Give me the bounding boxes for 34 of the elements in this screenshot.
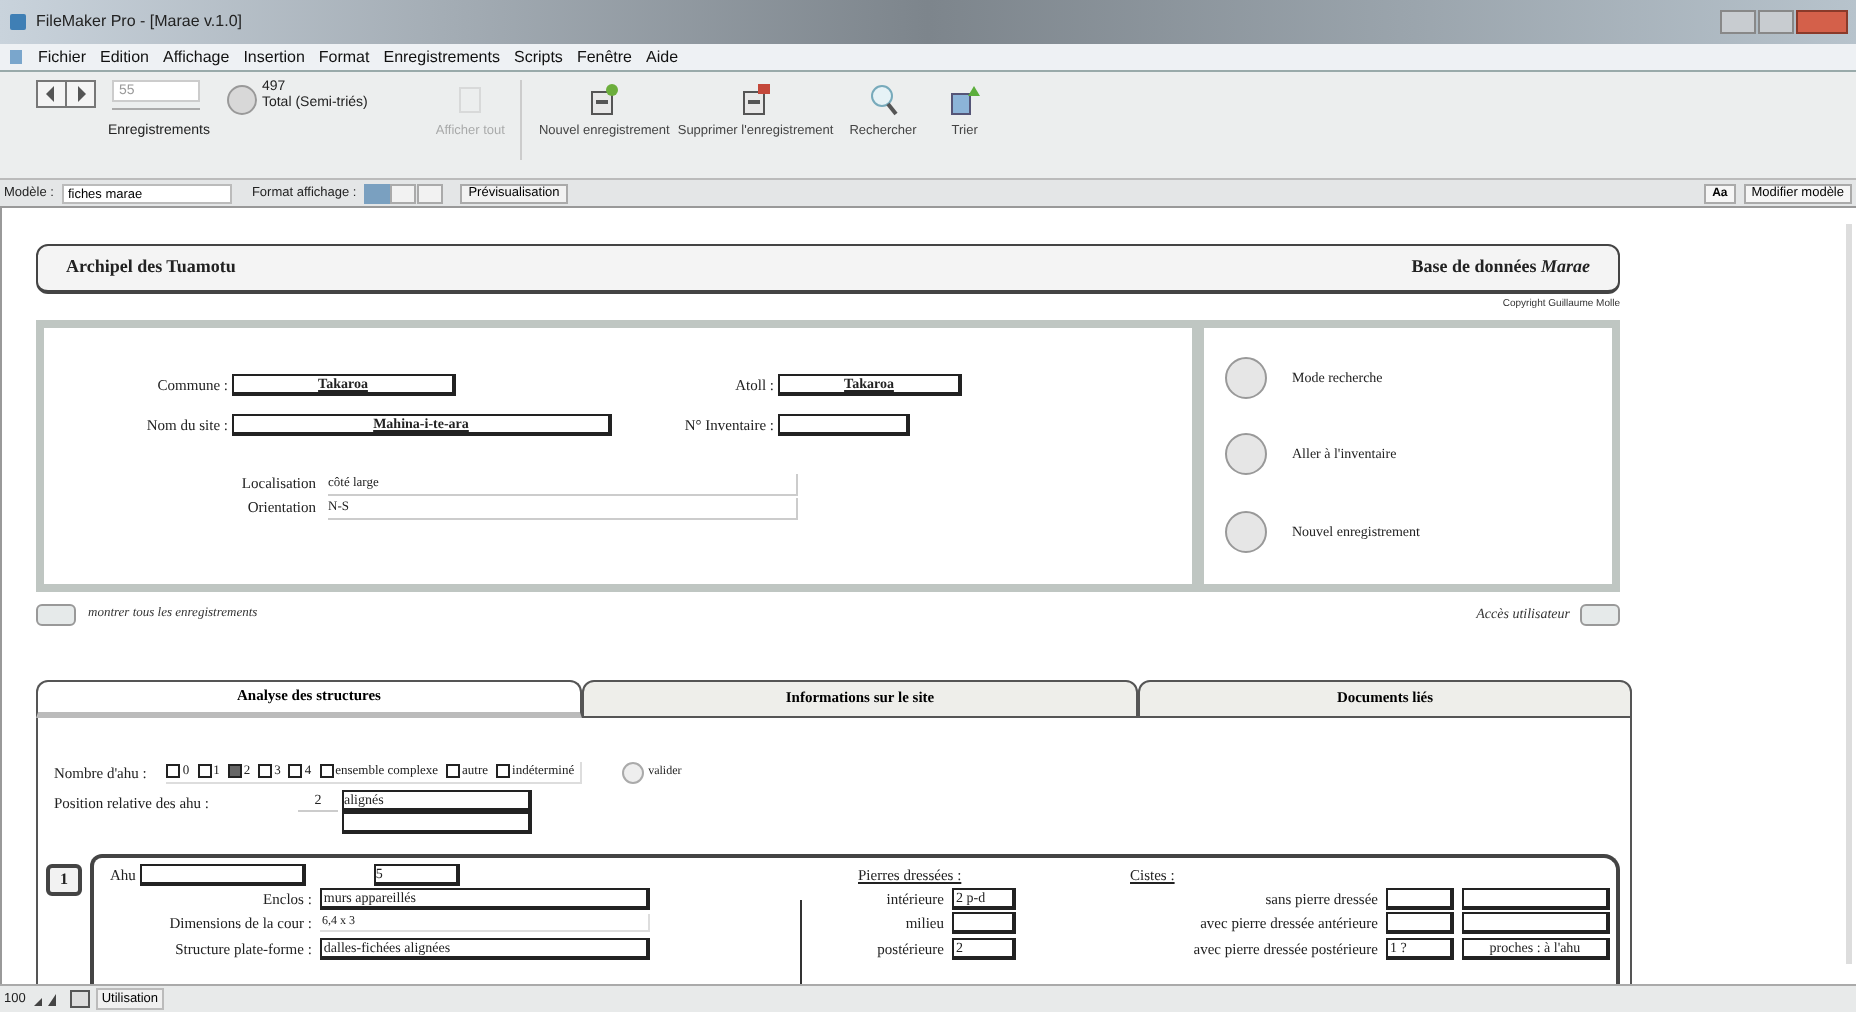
menu-item[interactable]: Insertion bbox=[243, 45, 305, 69]
menu-item[interactable]: Fenêtre bbox=[576, 45, 633, 69]
cist-note-field[interactable] bbox=[1462, 912, 1610, 935]
sort-icon bbox=[948, 84, 981, 116]
circle-icon bbox=[1224, 355, 1268, 400]
header-subtitle: Base de données Marae bbox=[1411, 254, 1590, 281]
menu-item[interactable]: Edition bbox=[100, 45, 149, 69]
menu-item[interactable]: Scripts bbox=[513, 45, 563, 69]
window-title: FileMaker Pro - [Marae v.1.0] bbox=[36, 10, 242, 34]
inventory-field[interactable] bbox=[778, 414, 910, 436]
position-field[interactable] bbox=[342, 811, 532, 834]
record-navigation-icon[interactable] bbox=[36, 80, 97, 108]
menu-item[interactable]: Affichage bbox=[162, 45, 230, 69]
menu-item[interactable]: Aide bbox=[646, 45, 679, 69]
delete-record-icon bbox=[739, 84, 772, 116]
cist-field[interactable] bbox=[1386, 912, 1454, 935]
menu-item[interactable]: Enregistrements bbox=[383, 45, 500, 69]
cist-note-field[interactable] bbox=[1462, 888, 1610, 911]
app-icon bbox=[8, 12, 28, 32]
circle-icon bbox=[622, 761, 645, 784]
structure-number: 1 bbox=[46, 863, 82, 896]
menu-item[interactable]: Fichier bbox=[38, 45, 87, 69]
stone-field[interactable] bbox=[952, 912, 1016, 935]
circle-icon bbox=[1224, 432, 1268, 477]
cist-field[interactable] bbox=[1386, 888, 1454, 911]
header-title: Archipel des Tuamotu bbox=[66, 254, 236, 281]
status-toggle-icon[interactable] bbox=[69, 990, 90, 1008]
magnifier-icon bbox=[867, 84, 899, 116]
scroll-bar[interactable] bbox=[1846, 224, 1852, 964]
new-record-icon bbox=[588, 84, 621, 116]
ahu-field[interactable] bbox=[139, 863, 306, 886]
menu-item[interactable]: Format bbox=[318, 45, 370, 69]
circle-icon bbox=[1224, 510, 1268, 555]
document-icon bbox=[8, 48, 24, 66]
